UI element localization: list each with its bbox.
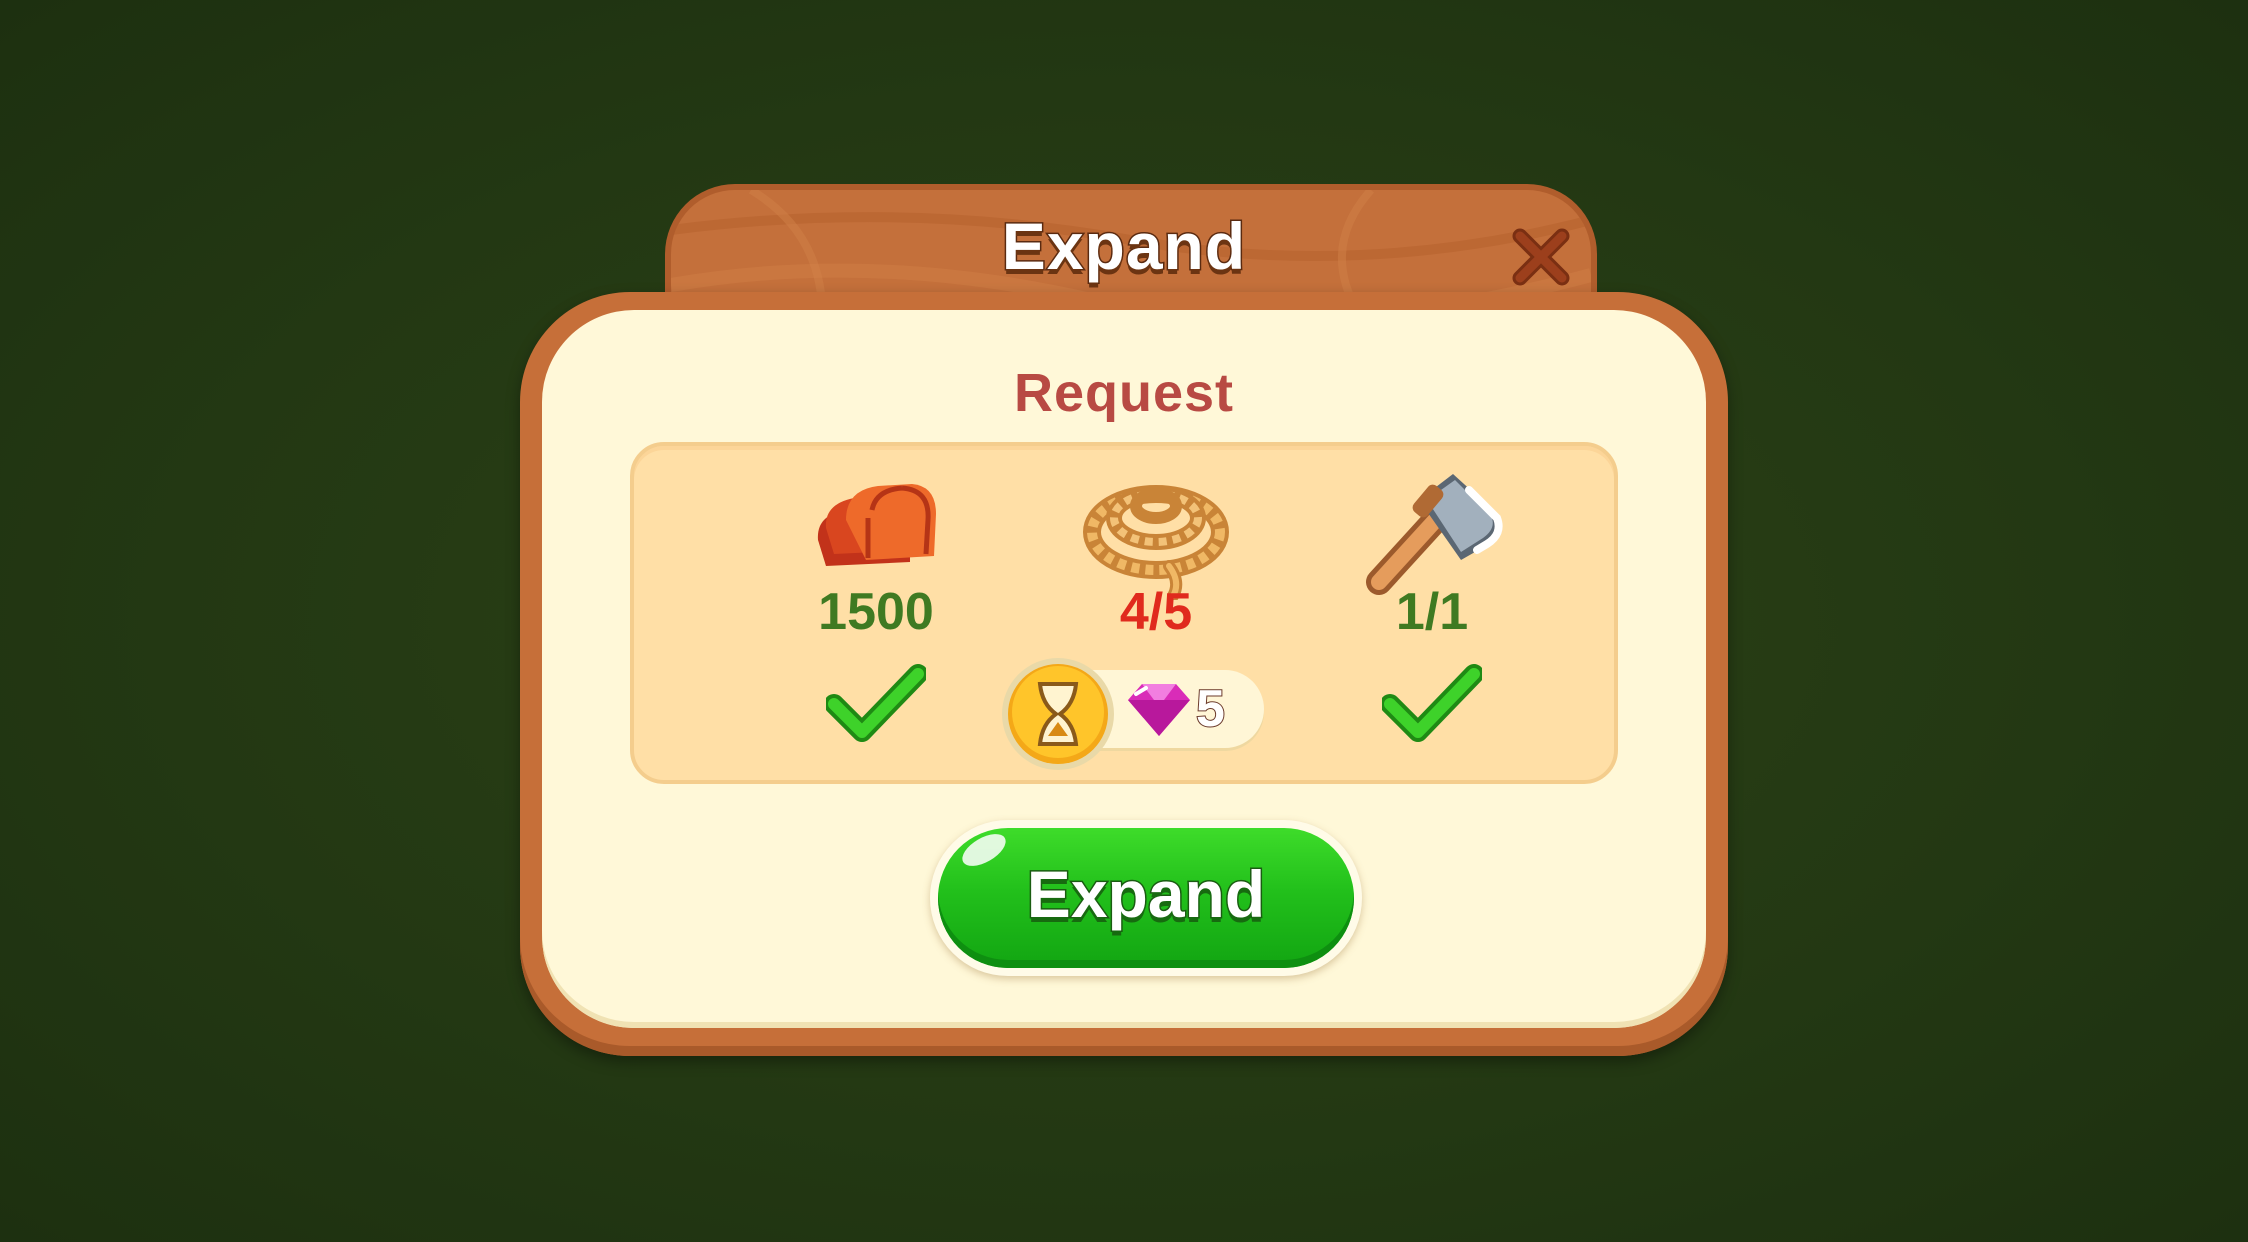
item-count: 1500 [818,583,934,641]
close-icon [1512,228,1570,286]
expand-button[interactable]: Expand [938,828,1354,968]
axe-icon [1366,474,1503,595]
close-button[interactable] [1506,222,1576,292]
check-icon [826,664,926,742]
expand-button-frame: Expand [930,820,1362,976]
expand-dialog: Expand Request 1500 4/5 1/1 5 Expand [520,184,1728,1056]
gem-cost: 5 [1195,679,1226,739]
hourglass-icon [1002,658,1114,770]
game-screen: { "dialog": { "title": "Expand", "sectio… [0,0,2248,1242]
check-icon [1382,664,1482,742]
item-count: 1/1 [1395,583,1469,641]
speedup-group: 5 [1000,656,1264,770]
gem-icon [1128,684,1190,736]
expand-button-label: Expand [1025,856,1266,933]
request-item-axe: 1/1 [1322,446,1542,788]
rope-icon [1083,485,1229,600]
section-label: Request [1013,363,1235,423]
request-item-tiles: 1500 [766,446,986,788]
item-count: 4/5 [1119,583,1193,641]
request-box: 1500 4/5 1/1 5 [630,442,1618,784]
speedup-button[interactable] [1000,656,1116,772]
roof-tiles-icon [817,484,936,566]
